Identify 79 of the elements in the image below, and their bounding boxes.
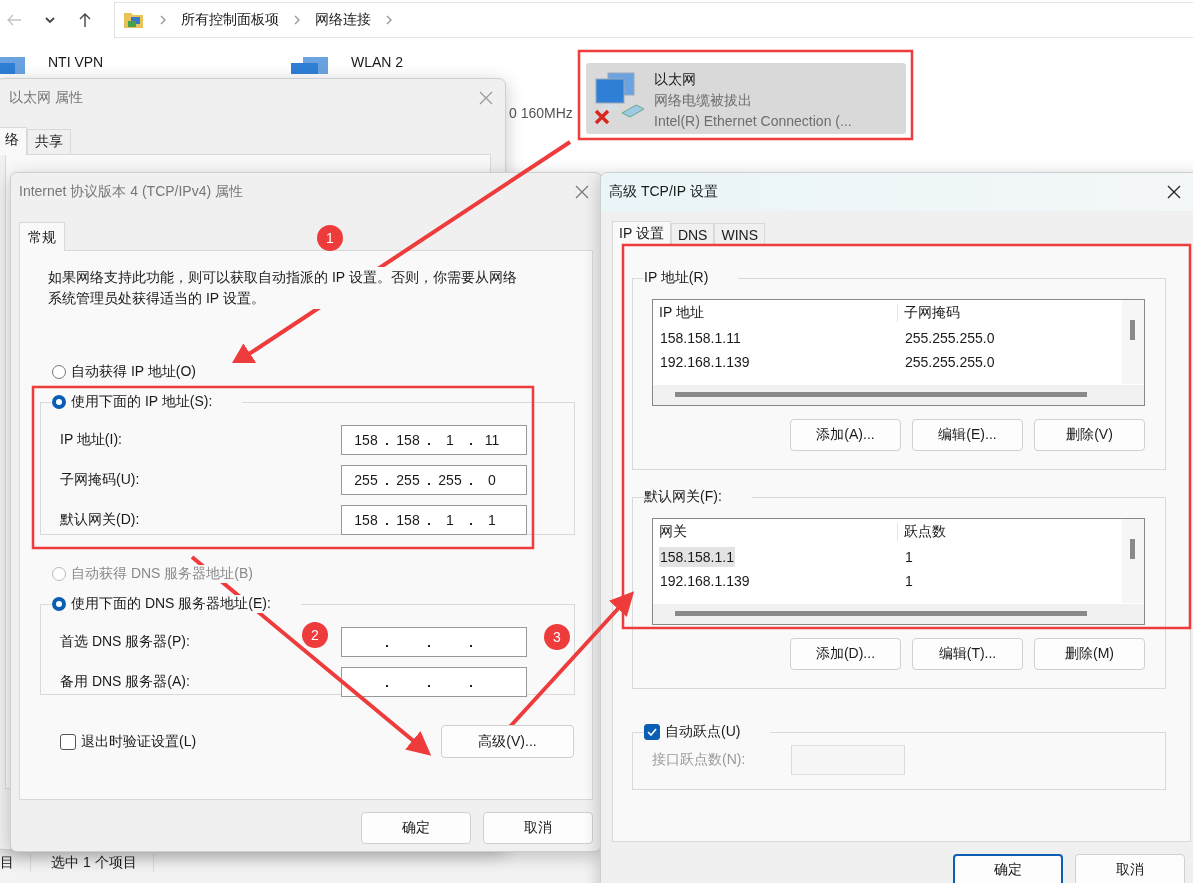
ip-address-field[interactable] [341, 667, 527, 697]
advanced-button[interactable]: 高级(V)... [441, 725, 574, 758]
chevron-down-icon[interactable] [44, 16, 56, 24]
status-text: 目 [0, 854, 31, 872]
table-cell[interactable]: 255.255.255.0 [904, 328, 996, 348]
group-title: IP 地址(R) [644, 269, 709, 285]
address-bar[interactable]: 所有控制面板项 网络连接 [114, 2, 1193, 38]
network-connection[interactable]: NTI VPN [0, 46, 283, 76]
scrollbar[interactable] [653, 604, 1144, 624]
connection-status: 网络电缆被拔出 [654, 91, 753, 110]
error-x-icon [594, 109, 610, 125]
ip-address-field[interactable] [341, 627, 527, 657]
status-text: 选中 1 个项目 [51, 854, 154, 872]
checkmark-icon [646, 726, 658, 738]
up-arrow-icon[interactable] [78, 12, 92, 28]
control-panel-icon [123, 10, 145, 30]
tab[interactable]: 络 [0, 127, 27, 155]
list-button[interactable]: 添加(D)... [790, 638, 901, 670]
close-icon[interactable] [1167, 185, 1181, 199]
list-button[interactable]: 添加(A)... [790, 419, 901, 451]
checkbox-option[interactable]: 退出时验证设置(L) [60, 732, 197, 751]
list-button[interactable]: 删除(M) [1034, 638, 1145, 670]
list-button[interactable]: 编辑(E)... [912, 419, 1023, 451]
adapter-name: 0 160MHz [509, 104, 573, 123]
back-arrow-icon[interactable] [6, 13, 22, 27]
column-header[interactable]: 网关 [653, 523, 898, 541]
dialog-button[interactable]: 取消 [1075, 854, 1185, 883]
checkbox-option[interactable]: 自动跃点(U) [644, 723, 741, 741]
field-label: 接口跃点数(N): [652, 751, 746, 769]
window-title: 高级 TCP/IP 设置 [609, 183, 718, 201]
chevron-right-icon [159, 14, 167, 26]
window-title: Internet 协议版本 4 (TCP/IPv4) 属性 [19, 183, 244, 201]
scrollbar[interactable] [1122, 300, 1144, 384]
field-label: 备用 DNS 服务器(A): [60, 673, 190, 691]
chevron-right-icon [385, 14, 393, 26]
window-title: 以太网 属性 [8, 89, 83, 107]
field-label: 首选 DNS 服务器(P): [60, 633, 190, 651]
network-computers-icon [289, 56, 329, 74]
field-label: IP 地址(I): [60, 431, 122, 449]
scrollbar[interactable] [1122, 519, 1144, 603]
adapter-name: Intel(R) Ethernet Connection (... [654, 112, 852, 131]
list-button[interactable]: 编辑(T)... [912, 638, 1023, 670]
connection-name: 以太网 [654, 70, 697, 89]
tab[interactable]: WINS [714, 223, 765, 244]
breadcrumb[interactable]: 所有控制面板项 [181, 11, 279, 29]
table-cell[interactable]: 1 [904, 571, 914, 591]
ip-address-field[interactable]: 255 255 255 0 [341, 465, 527, 495]
tab[interactable]: 常规 [19, 222, 65, 251]
group-title: 默认网关(F): [644, 488, 722, 504]
dialog-button[interactable]: 确定 [361, 812, 471, 844]
column-header[interactable]: IP 地址 [653, 304, 898, 322]
field-label: 子网掩码(U): [60, 471, 140, 489]
network-connection[interactable]: WLAN 2 0 160MHz [283, 46, 586, 126]
table-cell[interactable]: 158.158.1.11 [659, 328, 742, 348]
table-cell[interactable]: 192.168.1.139 [659, 352, 751, 372]
dialog-button[interactable]: 确定 [953, 854, 1063, 883]
network-connection[interactable]: 以太网 网络电缆被拔出 Intel(R) Ethernet Connection (... [586, 63, 906, 134]
breadcrumb[interactable]: 网络连接 [315, 11, 371, 29]
tab[interactable]: 共享 [27, 129, 71, 154]
table-cell[interactable]: 192.168.1.139 [659, 571, 751, 591]
ip-address-field[interactable]: 158 158 1 11 [341, 425, 527, 455]
tab[interactable]: IP 设置 [612, 221, 671, 245]
field-label: 默认网关(D): [60, 511, 140, 529]
table-cell[interactable]: 255.255.255.0 [904, 352, 996, 372]
connection-name: NTI VPN [48, 53, 104, 72]
radio-option[interactable]: 使用下面的 IP 地址(S): [52, 393, 213, 411]
connection-name: WLAN 2 [351, 53, 405, 72]
table-cell[interactable]: 1 [904, 547, 914, 567]
column-header[interactable]: 跃点数 [898, 523, 1118, 541]
list-button[interactable]: 删除(V) [1034, 419, 1145, 451]
tab[interactable]: DNS [670, 223, 715, 244]
scrollbar[interactable] [653, 385, 1144, 405]
table-cell[interactable]: 158.158.1.1 [659, 547, 735, 567]
dialog-button[interactable]: 取消 [483, 812, 593, 844]
metric-input[interactable] [791, 745, 906, 775]
column-header[interactable]: 子网掩码 [898, 304, 1118, 322]
radio-option[interactable]: 使用下面的 DNS 服务器地址(E): [52, 595, 271, 613]
ip-address-field[interactable]: 158 158 1 1 [341, 505, 527, 535]
chevron-right-icon [293, 14, 301, 26]
